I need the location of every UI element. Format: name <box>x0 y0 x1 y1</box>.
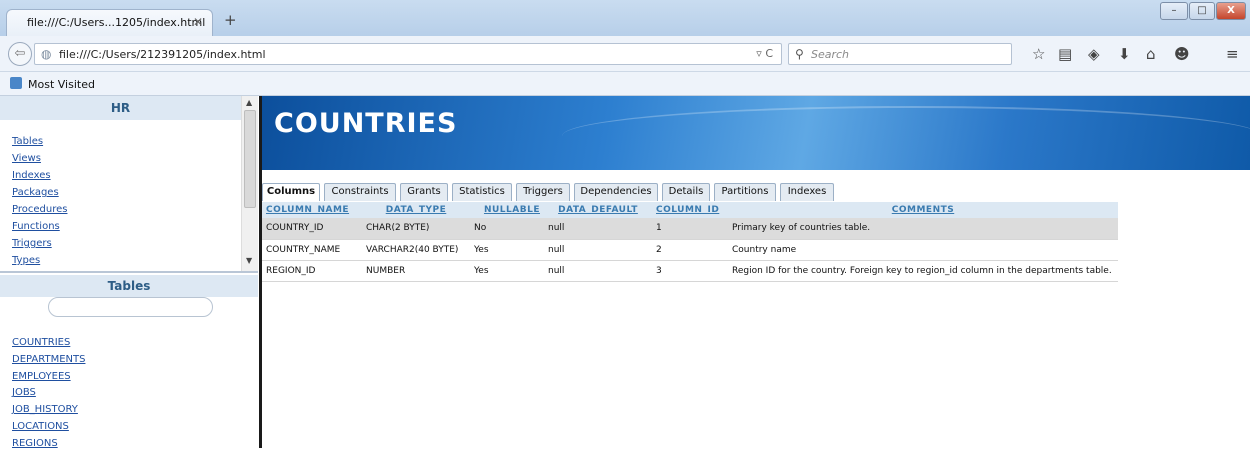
schema-frame: HR Tables Views Indexes Packages Procedu… <box>0 96 258 273</box>
close-window-button[interactable]: X <box>1216 2 1246 20</box>
tab-partitions[interactable]: Partitions <box>714 183 776 201</box>
nav-item-functions[interactable]: Functions <box>12 221 60 232</box>
column-header[interactable]: NULLABLE <box>470 202 544 218</box>
main-content: COUNTRIES Columns Constraints Grants Sta… <box>262 96 1250 448</box>
schema-title: HR <box>0 96 241 120</box>
tab-indexes[interactable]: Indexes <box>780 183 834 201</box>
table-row: REGION_ID NUMBER Yes null 3 Region ID fo… <box>262 260 1118 282</box>
tab-title: file:///C:/Users...1205/index.html <box>27 16 206 29</box>
cell-column-name: REGION_ID <box>262 260 362 282</box>
page-title: COUNTRIES <box>274 108 458 139</box>
cell-data-default: null <box>544 239 652 261</box>
cell-comments: Country name <box>728 239 1118 261</box>
cell-column-id: 2 <box>652 239 728 261</box>
table-header-row: COLUMN_NAME DATA_TYPE NULLABLE DATA_DEFA… <box>262 202 1118 218</box>
tables-frame: Tables COUNTRIES DEPARTMENTS EMPLOYEES J… <box>0 275 258 449</box>
pocket-icon[interactable]: ◈ <box>1088 45 1100 63</box>
new-tab-button[interactable]: + <box>224 11 237 29</box>
scroll-down-icon[interactable]: ▼ <box>246 256 252 265</box>
column-header[interactable]: DATA_TYPE <box>362 202 470 218</box>
maximize-button[interactable]: □ <box>1189 2 1215 20</box>
globe-icon: ◍ <box>41 47 52 61</box>
table-row: COUNTRY_NAME VARCHAR2(40 BYTE) Yes null … <box>262 239 1118 261</box>
tab-details[interactable]: Details <box>662 183 710 201</box>
table-link-employees[interactable]: EMPLOYEES <box>12 371 71 382</box>
search-input[interactable]: ⚲ Search <box>788 43 1012 65</box>
search-icon: ⚲ <box>795 47 804 61</box>
menu-icon[interactable]: ≡ <box>1226 45 1239 63</box>
cell-column-id: 3 <box>652 260 728 282</box>
tab-dependencies[interactable]: Dependencies <box>574 183 658 201</box>
browser-tab[interactable]: file:///C:/Users...1205/index.html ✕ <box>6 9 213 36</box>
table-link-departments[interactable]: DEPARTMENTS <box>12 354 85 365</box>
url-bar[interactable]: ◍ file:///C:/Users/212391205/index.html … <box>34 43 782 65</box>
tab-grants[interactable]: Grants <box>400 183 448 201</box>
table-link-job-history[interactable]: JOB_HISTORY <box>12 404 78 415</box>
table-list: COUNTRIES DEPARTMENTS EMPLOYEES JOBS JOB… <box>12 334 85 452</box>
cell-data-default: null <box>544 260 652 282</box>
back-button[interactable]: ⇦ <box>8 42 32 66</box>
table-filter-input[interactable] <box>48 297 213 317</box>
cell-data-default: null <box>544 218 652 240</box>
cell-comments: Region ID for the country. Foreign key t… <box>728 260 1118 282</box>
cell-column-name: COUNTRY_ID <box>262 218 362 240</box>
chat-icon[interactable]: ☻ <box>1174 45 1190 63</box>
most-visited-link[interactable]: Most Visited <box>28 78 95 91</box>
tab-statistics[interactable]: Statistics <box>452 183 512 201</box>
nav-item-procedures[interactable]: Procedures <box>12 204 67 215</box>
browser-titlebar: file:///C:/Users...1205/index.html ✕ + –… <box>0 0 1250 36</box>
back-arrow-icon: ⇦ <box>14 46 26 61</box>
minimize-button[interactable]: – <box>1160 2 1188 20</box>
columns-table: COLUMN_NAME DATA_TYPE NULLABLE DATA_DEFA… <box>262 202 1118 282</box>
scroll-up-icon[interactable]: ▲ <box>246 98 252 107</box>
cell-column-id: 1 <box>652 218 728 240</box>
object-type-list: Tables Views Indexes Packages Procedures… <box>12 133 67 269</box>
nav-item-triggers[interactable]: Triggers <box>12 238 52 249</box>
tab-triggers[interactable]: Triggers <box>516 183 570 201</box>
nav-item-packages[interactable]: Packages <box>12 187 59 198</box>
column-header[interactable]: COLUMN_ID <box>652 202 728 218</box>
cell-comments: Primary key of countries table. <box>728 218 1118 240</box>
home-icon[interactable]: ⌂ <box>1146 45 1156 63</box>
scroll-thumb[interactable] <box>244 110 256 208</box>
bookmark-folder-icon <box>10 77 22 89</box>
bookmarks-toolbar: Most Visited <box>0 72 1250 96</box>
cell-nullable: No <box>470 218 544 240</box>
tab-close-icon[interactable]: ✕ <box>193 15 203 29</box>
tab-constraints[interactable]: Constraints <box>324 183 396 201</box>
table-link-locations[interactable]: LOCATIONS <box>12 421 69 432</box>
nav-item-types[interactable]: Types <box>12 255 40 266</box>
column-header[interactable]: COMMENTS <box>728 202 1118 218</box>
nav-item-indexes[interactable]: Indexes <box>12 170 51 181</box>
tab-columns[interactable]: Columns <box>262 183 320 201</box>
table-link-jobs[interactable]: JOBS <box>12 387 36 398</box>
table-row: COUNTRY_ID CHAR(2 BYTE) No null 1 Primar… <box>262 218 1118 240</box>
column-header[interactable]: COLUMN_NAME <box>262 202 362 218</box>
left-navigation-pane: HR Tables Views Indexes Packages Procedu… <box>0 96 258 449</box>
reading-list-icon[interactable]: ▤ <box>1058 45 1072 63</box>
download-icon[interactable]: ⬇ <box>1118 45 1131 63</box>
cell-column-name: COUNTRY_NAME <box>262 239 362 261</box>
reload-icon[interactable]: ▿ C <box>756 47 773 60</box>
cell-data-type: NUMBER <box>362 260 470 282</box>
tables-title: Tables <box>0 275 258 297</box>
table-link-regions[interactable]: REGIONS <box>12 438 58 449</box>
cell-data-type: VARCHAR2(40 BYTE) <box>362 239 470 261</box>
nav-item-views[interactable]: Views <box>12 153 41 164</box>
url-text: file:///C:/Users/212391205/index.html <box>59 48 266 61</box>
cell-nullable: Yes <box>470 239 544 261</box>
nav-item-tables[interactable]: Tables <box>12 136 43 147</box>
search-placeholder: Search <box>811 48 850 61</box>
column-header[interactable]: DATA_DEFAULT <box>544 202 652 218</box>
schema-scrollbar[interactable]: ▲ ▼ <box>241 96 258 271</box>
banner-decoration <box>562 106 1250 166</box>
navigation-toolbar: ⇦ ◍ file:///C:/Users/212391205/index.htm… <box>0 36 1250 72</box>
cell-nullable: Yes <box>470 260 544 282</box>
bookmark-star-icon[interactable]: ☆ <box>1032 45 1045 63</box>
header-banner: COUNTRIES <box>262 96 1250 170</box>
table-link-countries[interactable]: COUNTRIES <box>12 337 70 348</box>
cell-data-type: CHAR(2 BYTE) <box>362 218 470 240</box>
